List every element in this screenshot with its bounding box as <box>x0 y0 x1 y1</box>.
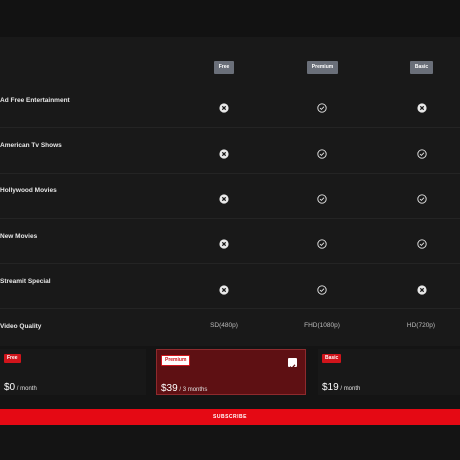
x-circle-icon <box>219 146 229 159</box>
row-label-hollywood-movies: Hollywood Movies <box>0 187 57 194</box>
x-circle-icon <box>219 191 229 204</box>
plan-card-basic[interactable]: Basic $19 / month <box>318 349 460 395</box>
row-divider <box>0 308 460 309</box>
plan-price-amount: $39 <box>161 383 178 394</box>
quality-premium: FHD(1080p) <box>304 322 340 329</box>
x-circle-icon <box>417 282 427 295</box>
row-divider <box>0 218 460 219</box>
check-circle-icon <box>417 236 427 249</box>
row-divider <box>0 173 460 174</box>
subscribe-button[interactable]: SUBSCRIBE <box>0 409 460 425</box>
column-header-free: Free <box>214 61 234 74</box>
quality-basic: HD(720p) <box>406 322 436 329</box>
plan-price-basic: $19 / month <box>322 377 360 395</box>
check-circle-icon <box>317 146 327 159</box>
check-circle-icon <box>317 282 327 295</box>
row-label-video-quality: Video Quality <box>0 323 42 330</box>
plan-price-amount: $0 <box>4 382 16 393</box>
row-divider <box>0 263 460 264</box>
row-label-american-tv-shows: American Tv Shows <box>0 142 62 149</box>
comparison-table <box>0 37 460 346</box>
row-label-new-movies: New Movies <box>0 233 38 240</box>
column-header-premium: Premium <box>307 61 338 74</box>
footer <box>0 448 460 460</box>
row-label-streamit-special: Streamit Special <box>0 278 51 285</box>
check-circle-icon <box>317 100 327 113</box>
plan-card-free[interactable]: Free $0 / month <box>0 349 146 395</box>
plan-price-premium: $39 / 3 months <box>161 378 207 396</box>
plan-badge-free: Free <box>4 354 21 363</box>
plan-price-free: $0 / month <box>4 377 37 395</box>
plan-price-period: / 3 months <box>177 387 208 393</box>
check-circle-icon <box>317 191 327 204</box>
row-divider <box>0 127 460 128</box>
x-circle-icon <box>219 100 229 113</box>
plan-price-amount: $19 <box>322 382 339 393</box>
column-header-basic: Basic <box>410 61 433 74</box>
check-circle-icon <box>417 146 427 159</box>
check-circle-icon <box>317 236 327 249</box>
plan-card-premium[interactable]: Premium $39 / 3 months <box>156 349 306 395</box>
x-circle-icon <box>219 282 229 295</box>
check-circle-icon <box>417 191 427 204</box>
top-bar <box>0 0 460 37</box>
quality-free: SD(480p) <box>210 322 238 329</box>
plan-badge-premium: Premium <box>161 355 191 366</box>
x-circle-icon <box>417 100 427 113</box>
plan-badge-basic: Basic <box>322 354 342 363</box>
plan-price-period: / month <box>338 386 361 392</box>
selected-checkbox-icon[interactable] <box>288 358 297 370</box>
row-label-ad-free: Ad Free Entertainment <box>0 97 70 104</box>
x-circle-icon <box>219 236 229 249</box>
plan-price-period: / month <box>15 386 37 392</box>
